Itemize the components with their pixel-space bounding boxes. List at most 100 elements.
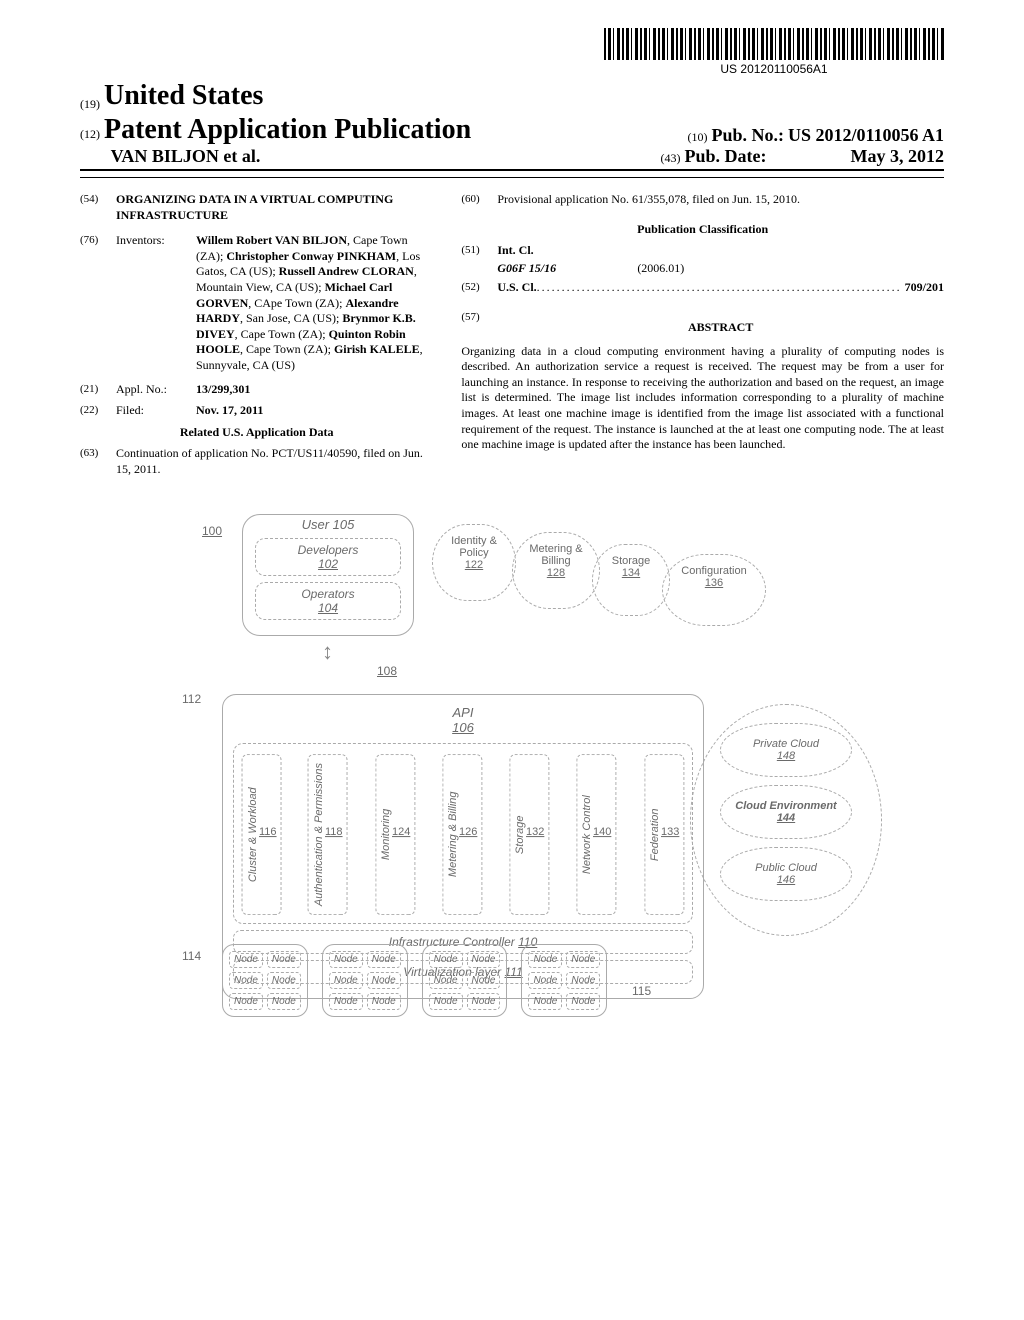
storage-cloud: Storage134 [592,544,670,616]
tag-51: (51) [461,243,497,259]
tag-22: (22) [80,403,116,419]
uscl-label: U.S. Cl. [497,280,536,296]
node-cell: Node [429,993,463,1010]
node-cell: Node [229,951,263,968]
identity-cloud: Identity & Policy122 [432,524,516,601]
classification-heading: Publication Classification [461,222,944,238]
header-authors: VAN BILJON et al. [111,146,261,166]
node-cell: Node [229,993,263,1010]
controller-metering-billing: Metering & Billing126 [442,754,482,915]
intcl-code: G06F 15/16 [497,261,597,277]
user-box: User 105 Developers102 Operators104 [242,514,414,636]
user-title: User 105 [302,517,355,532]
abstract-heading: ABSTRACT [497,320,944,336]
node-cell: Node [267,972,301,989]
node-cell: Node [229,972,263,989]
country: United States [104,80,263,111]
cloud-environment: Cloud Environment144 [720,785,852,839]
controller-cluster-workload: Cluster & Workload116 [242,754,282,915]
node-cell: Node [566,993,600,1010]
related-data-heading: Related U.S. Application Data [80,425,433,441]
node-cell: Node [367,993,401,1010]
controller-authentication-permissions: Authentication & Permissions118 [308,754,348,915]
controller-federation: Federation133 [644,754,684,915]
barcode-bars [604,28,944,60]
node-cell: Node [367,972,401,989]
ref-100: 100 [202,524,222,538]
abstract-text: Organizing data in a cloud computing env… [461,344,944,453]
controllers-row: Cluster & Workload116 Authentication & Pe… [233,743,693,924]
operators-box: Operators104 [255,582,401,620]
continuation-text: Continuation of application No. PCT/US11… [116,446,433,477]
barcode-text: US 20120110056A1 [604,62,944,76]
pub-date: May 3, 2012 [851,146,945,166]
left-column: (54) ORGANIZING DATA IN A VIRTUAL COMPUT… [80,192,433,484]
node-cell: Node [329,951,363,968]
nodes-wrap: NodeNodeNodeNodeNodeNodeNodeNodeNodeNode… [222,944,607,1017]
uscl-dots [537,280,899,296]
tag-19: (19) [80,97,100,111]
publication-type: Patent Application Publication [104,114,471,145]
node-cell: Node [528,993,562,1010]
appl-no-label: Appl. No.: [116,382,196,398]
ref-114: 114 [182,949,201,963]
provisional-text: Provisional application No. 61/355,078, … [497,192,944,208]
node-group: NodeNodeNodeNodeNodeNode [422,944,508,1017]
filed-date: Nov. 17, 2011 [196,403,433,419]
header-rule-2 [80,177,944,178]
ref-112: 112 [182,692,201,706]
tag-21: (21) [80,382,116,398]
intcl-date: (2006.01) [637,261,684,277]
tag-63: (63) [80,446,116,477]
node-cell: Node [329,972,363,989]
header-rule-1 [80,169,944,171]
api-ref: 106 [452,720,474,735]
pub-no: US 2012/0110056 A1 [788,125,944,145]
node-cell: Node [566,972,600,989]
pub-no-label: Pub. No.: [711,125,784,145]
developers-box: Developers102 [255,538,401,576]
figure-1: 100 User 105 Developers102 Operators104 … [152,514,872,1074]
node-cell: Node [429,972,463,989]
inventors-list: Willem Robert VAN BILJON, Cape Town (ZA)… [196,233,433,373]
barcode: US 20120110056A1 [604,28,944,76]
controller-storage: Storage132 [509,754,549,915]
node-cell: Node [566,951,600,968]
arrow-down-icon: ↕ [322,639,333,665]
node-cell: Node [467,972,501,989]
config-cloud: Configuration136 [662,554,766,626]
private-cloud: Private Cloud148 [720,723,852,777]
controller-monitoring: Monitoring124 [375,754,415,915]
node-cell: Node [267,993,301,1010]
api-label: API [453,705,474,720]
tag-43: (43) [661,151,681,165]
intcl-label: Int. Cl. [497,243,533,259]
node-cell: Node [267,951,301,968]
invention-title: ORGANIZING DATA IN A VIRTUAL COMPUTING I… [116,192,433,223]
node-cell: Node [429,951,463,968]
node-cell: Node [467,951,501,968]
node-cell: Node [367,951,401,968]
controller-network-control: Network Control140 [576,754,616,915]
node-cell: Node [329,993,363,1010]
cloud-federation-box: Private Cloud148 Cloud Environment144 Pu… [690,704,882,936]
tag-57: (57) [461,310,497,342]
public-cloud: Public Cloud146 [720,847,852,901]
pub-date-label: Pub. Date: [685,146,767,166]
tag-12: (12) [80,127,100,141]
node-group: NodeNodeNodeNodeNodeNode [322,944,408,1017]
tag-54: (54) [80,192,116,223]
tag-60: (60) [461,192,497,208]
node-cell: Node [467,993,501,1010]
metering-cloud: Metering & Billing128 [512,532,600,609]
tag-76: (76) [80,233,116,373]
node-cell: Node [528,951,562,968]
right-column: (60) Provisional application No. 61/355,… [461,192,944,484]
tag-10: (10) [687,130,707,144]
node-cell: Node [528,972,562,989]
uscl-code: 709/201 [899,280,944,296]
appl-no: 13/299,301 [196,382,433,398]
node-group: NodeNodeNodeNodeNodeNode [521,944,607,1017]
ref-108: 108 [377,664,397,678]
inventors-label: Inventors: [116,233,196,373]
